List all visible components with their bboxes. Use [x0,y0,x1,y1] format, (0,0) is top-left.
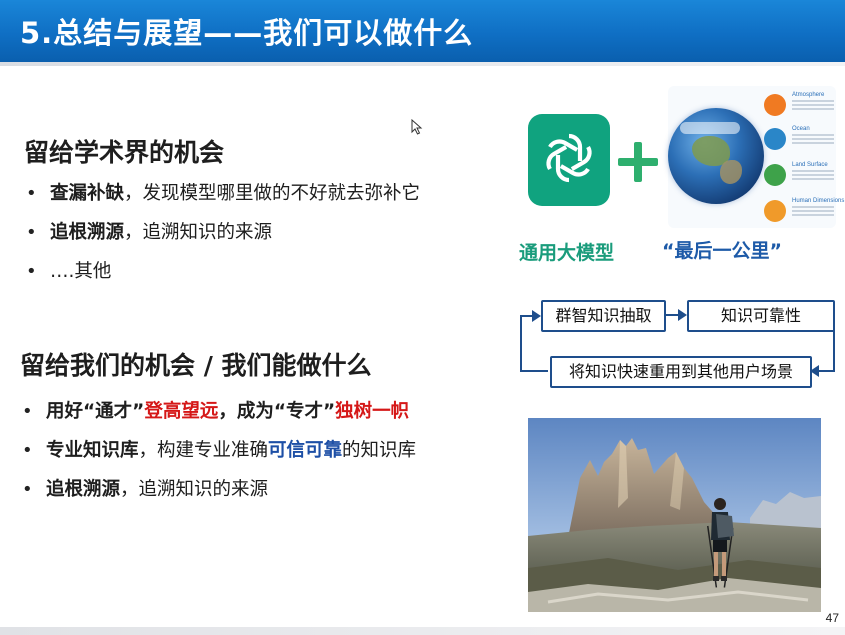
earth-system-panel: Atmosphere Ocean Land Surface Human Dime… [668,86,844,228]
flow-box-knowledge-reuse: 将知识快速重用到其他用户场景 [550,356,812,388]
sphere-item-land-surface: Land Surface [764,162,836,188]
human-dimensions-icon [764,200,786,222]
flow-connector [833,315,835,371]
caption-general-model: 通用大模型 [519,242,615,264]
bullet-dot-icon: • [22,440,33,461]
header-divider [0,62,845,66]
slide-title: 5.总结与展望——我们可以做什么 [20,16,474,50]
arrow-right-icon [678,309,687,321]
bullet-dot-icon: • [22,401,33,422]
bullet-list-academia: • 查漏补缺，发现模型哪里做的不好就去弥补它 • 追根溯源，追溯知识的来源 • ….其… [24,179,420,296]
bullet-dot-icon: • [26,261,37,282]
sphere-item-ocean: Ocean [764,126,836,152]
section-heading-us: 留给我们的机会 / 我们能做什么 [20,351,372,380]
section-heading-academia: 留给学术界的机会 [24,138,225,167]
bullet-dot-icon: • [26,222,37,243]
mouse-cursor-icon [411,119,423,135]
list-item: • 追根溯源，追溯知识的来源 [20,475,416,514]
sphere-item-human-dimensions: Human Dimensions [764,198,844,224]
bottom-bar [0,627,845,635]
slide-header: 5.总结与展望——我们可以做什么 [0,0,845,62]
earth-globe-icon [668,108,764,204]
bullet-dot-icon: • [22,479,33,500]
hiker-mountain-photo [528,418,821,612]
sphere-item-atmosphere: Atmosphere [764,92,836,118]
list-item: • 查漏补缺，发现模型哪里做的不好就去弥补它 [24,179,420,218]
caption-last-mile: “最后一公里” [662,240,782,262]
list-item: • ….其他 [24,257,420,296]
list-item: • 用好“通才”登高望远，成为“专才”独树一帜 [20,397,416,436]
flow-connector [520,315,522,372]
bullet-dot-icon: • [26,183,37,204]
page-number: 47 [825,611,839,625]
openai-logo-icon [528,114,610,206]
flow-box-knowledge-reliability: 知识可靠性 [687,300,835,332]
list-item: • 追根溯源，追溯知识的来源 [24,218,420,257]
atmosphere-icon [764,94,786,116]
bullet-list-us: • 用好“通才”登高望远，成为“专才”独树一帜 • 专业知识库，构建专业准确可信可靠… [20,397,416,514]
arrow-left-icon [810,365,819,377]
land-surface-icon [764,164,786,186]
flow-connector [520,370,548,372]
list-item: • 专业知识库，构建专业准确可信可靠的知识库 [20,436,416,475]
arrow-right-icon [532,310,541,322]
ocean-icon [764,128,786,150]
flow-box-knowledge-extraction: 群智知识抽取 [541,300,666,332]
plus-icon [618,142,658,182]
